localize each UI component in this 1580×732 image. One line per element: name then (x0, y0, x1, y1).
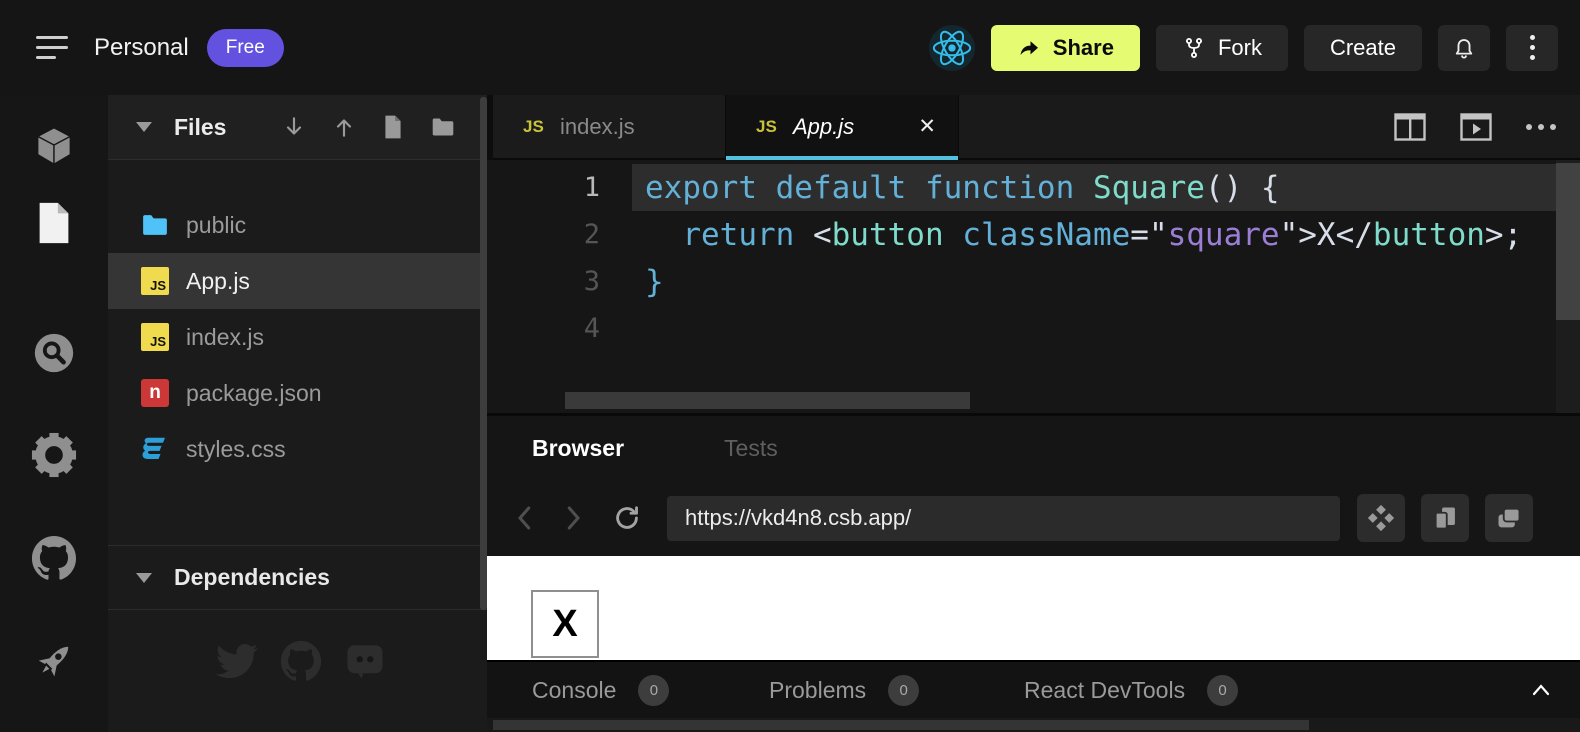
css-file-icon (140, 434, 170, 464)
download-sandbox-icon[interactable] (281, 114, 307, 140)
tab-app-js[interactable]: JS App.js ✕ (726, 95, 959, 158)
split-view-icon[interactable] (1394, 113, 1426, 141)
dependencies-section-header[interactable]: Dependencies (108, 545, 487, 610)
line-number: 3 (487, 266, 632, 297)
rocket-deploy-icon[interactable] (0, 635, 108, 687)
line-number: 2 (487, 219, 632, 250)
files-section-header[interactable]: Files (108, 95, 487, 160)
forward-chevron-icon[interactable] (560, 503, 586, 533)
tab-tests[interactable]: Tests (724, 435, 778, 462)
editor-tab-bar: JS index.js JS App.js ✕ (493, 95, 1580, 160)
console-tab[interactable]: Console 0 (532, 675, 669, 706)
react-logo-icon (929, 25, 975, 71)
code-line: 2 return <button className="square">X</b… (487, 211, 1556, 258)
react-devtools-tab[interactable]: React DevTools 0 (1024, 675, 1238, 706)
javascript-tab-icon: JS (756, 115, 779, 138)
explorer-scrollbar[interactable] (480, 97, 487, 610)
collapse-triangle-icon (136, 122, 152, 132)
refresh-icon[interactable] (612, 503, 642, 533)
folder-icon (140, 210, 170, 240)
code-line: 1 export default function Square() { (487, 164, 1556, 211)
kebab-menu-icon (1530, 35, 1535, 60)
editor-vertical-scrollbar[interactable] (1556, 160, 1580, 413)
fork-button[interactable]: Fork (1156, 25, 1288, 71)
tab-browser[interactable]: Browser (532, 435, 624, 462)
twitter-icon[interactable] (216, 640, 258, 687)
file-row-index-js[interactable]: JS index.js (108, 309, 481, 365)
count-badge: 0 (888, 675, 919, 706)
code-line: 3 } (487, 258, 1556, 305)
tab-index-js[interactable]: JS index.js (493, 95, 726, 158)
notifications-button[interactable] (1438, 25, 1490, 71)
responsive-mode-button[interactable] (1357, 494, 1405, 542)
file-row-public[interactable]: public (108, 197, 481, 253)
preview-window-icon[interactable] (1460, 113, 1492, 141)
top-header: Personal Free Share (0, 0, 1580, 95)
back-chevron-icon[interactable] (512, 503, 538, 533)
activity-rail (0, 95, 108, 732)
count-badge: 0 (638, 675, 669, 706)
file-explorer: Files (108, 95, 487, 732)
bottom-horizontal-scrollbar[interactable] (487, 718, 1580, 732)
preview-panel-tabs: Browser Tests (487, 413, 1580, 480)
file-row-styles-css[interactable]: styles.css (108, 421, 481, 477)
editor-more-options-icon[interactable] (1526, 124, 1556, 130)
file-row-package-json[interactable]: n package.json (108, 365, 481, 421)
workspace-name[interactable]: Personal (94, 34, 189, 62)
problems-tab[interactable]: Problems 0 (769, 675, 919, 706)
new-folder-icon[interactable] (429, 114, 457, 140)
mirror-views-button[interactable] (1421, 494, 1469, 542)
javascript-file-icon: JS (140, 266, 170, 296)
bell-icon (1451, 35, 1477, 61)
files-panel-icon[interactable] (0, 197, 108, 249)
file-row-app-js[interactable]: JS App.js (108, 253, 481, 309)
chevron-up-icon[interactable] (1530, 682, 1552, 698)
create-button[interactable]: Create (1304, 25, 1422, 71)
codesandbox-app: Personal Free Share (0, 0, 1580, 732)
editor-horizontal-scrollbar[interactable] (565, 392, 970, 409)
devtools-bar: Console 0 Problems 0 React DevTools 0 (487, 660, 1580, 718)
settings-gear-icon[interactable] (0, 429, 108, 481)
javascript-tab-icon: JS (523, 115, 546, 138)
preview-square-button[interactable]: X (531, 590, 599, 658)
open-in-new-window-button[interactable] (1485, 494, 1533, 542)
code-line: 4 (487, 305, 1556, 352)
plan-badge[interactable]: Free (207, 29, 284, 67)
javascript-file-icon: JS (140, 322, 170, 352)
browser-navigation-bar (487, 480, 1580, 556)
github-icon[interactable] (0, 532, 108, 584)
discord-icon[interactable] (344, 640, 386, 687)
collapse-triangle-icon (136, 573, 152, 583)
url-bar[interactable] (667, 496, 1340, 541)
fork-icon (1182, 36, 1206, 60)
github-link-icon[interactable] (280, 640, 322, 687)
line-number: 1 (487, 172, 632, 203)
files-title: Files (174, 114, 226, 141)
share-button[interactable]: Share (991, 25, 1140, 71)
social-links (216, 640, 386, 687)
upload-files-icon[interactable] (331, 114, 357, 140)
menu-icon[interactable] (36, 36, 68, 59)
line-number: 4 (487, 313, 632, 344)
npm-file-icon: n (140, 378, 170, 408)
browser-preview: X (487, 556, 1580, 660)
code-editor[interactable]: 1 export default function Square() { 2 r… (487, 160, 1580, 413)
more-options-button[interactable] (1506, 25, 1558, 71)
share-arrow-icon (1017, 36, 1041, 60)
scrollbar-thumb[interactable] (493, 720, 1309, 730)
sandbox-info-icon[interactable] (0, 120, 108, 172)
count-badge: 0 (1207, 675, 1238, 706)
scrollbar-thumb[interactable] (1556, 163, 1580, 320)
dependencies-title: Dependencies (174, 564, 330, 591)
new-file-icon[interactable] (381, 114, 405, 140)
search-icon[interactable] (0, 327, 108, 379)
close-tab-icon[interactable]: ✕ (918, 114, 936, 139)
